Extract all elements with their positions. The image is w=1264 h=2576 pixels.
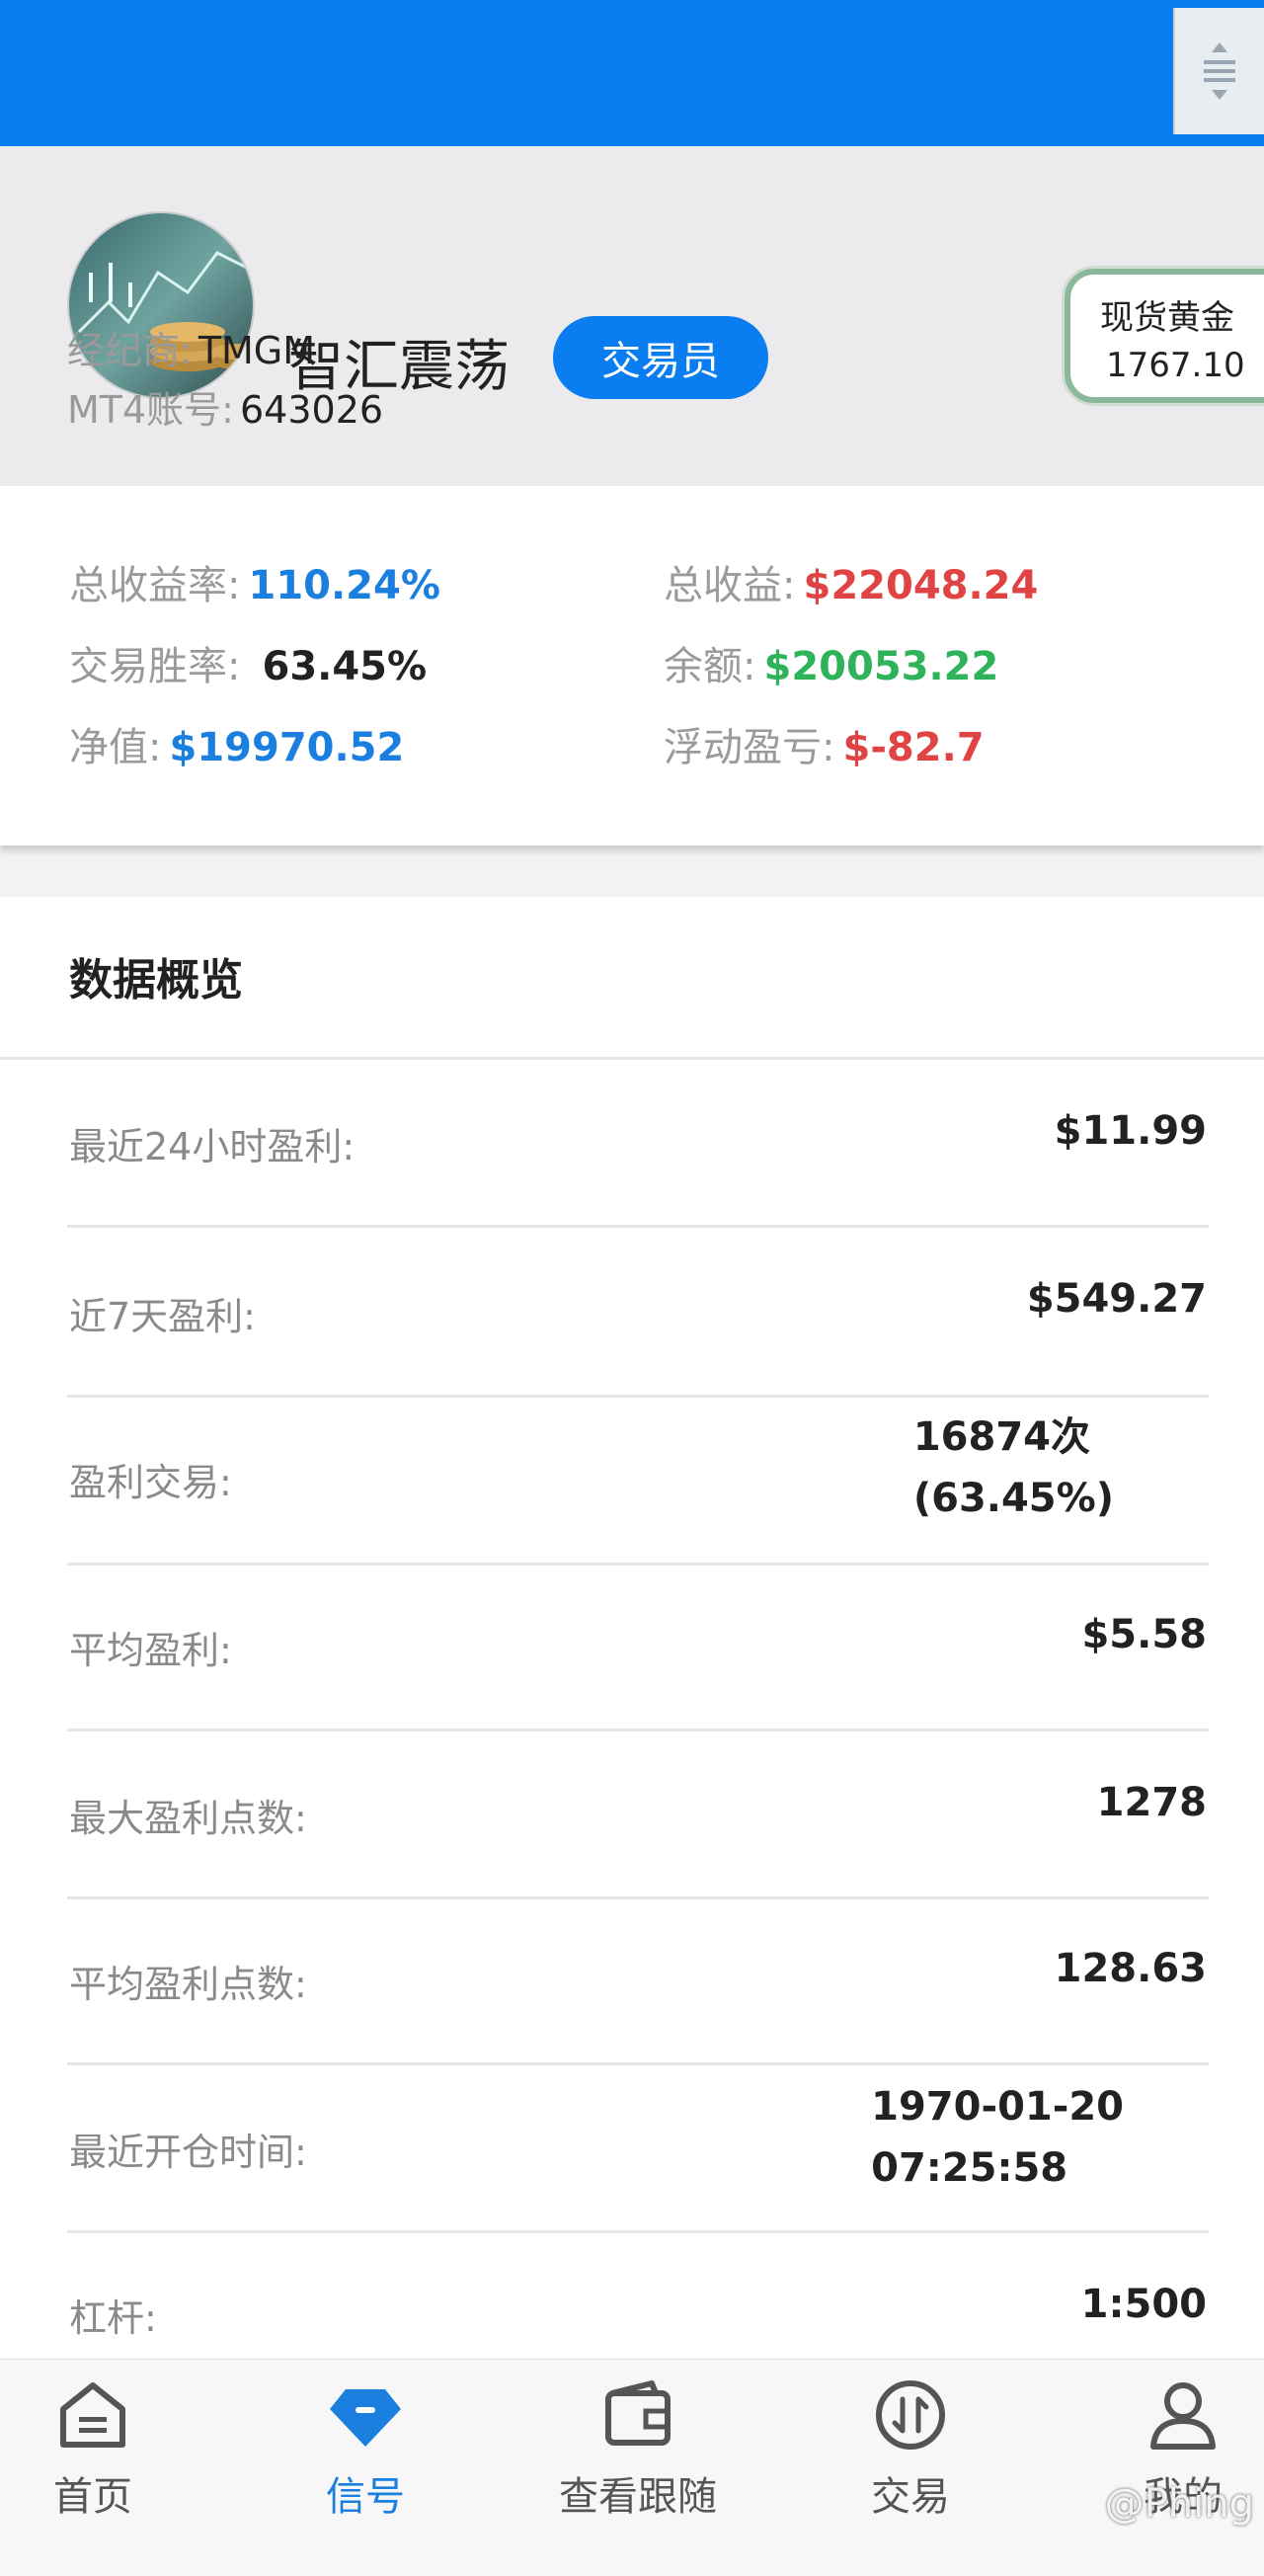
floating-pnl-label: 浮动盈亏: <box>664 725 835 770</box>
row-value-leverage: 1:500 <box>1080 2282 1207 2327</box>
divider <box>67 1563 1209 1566</box>
watermark: @Phing <box>1104 2481 1254 2527</box>
nav-label-signal: 信号 <box>326 2474 405 2520</box>
row-label-winning-trades: 盈利交易: <box>69 1461 232 1504</box>
menu-icon <box>1204 42 1235 100</box>
account-value: 643026 <box>239 388 384 432</box>
diamond-icon <box>330 2389 401 2447</box>
divider <box>67 1395 1209 1398</box>
nav-label-home: 首页 <box>53 2474 132 2520</box>
win-rate-value: 63.45% <box>262 644 428 689</box>
nav-item-signal[interactable]: 信号 <box>267 2375 464 2522</box>
winning-trades-percent: (63.45%) <box>912 1476 1114 1521</box>
user-icon <box>1150 2382 1216 2450</box>
nav-item-follow[interactable]: 查看跟随 <box>539 2375 737 2522</box>
row-label-avg-profit: 平均盈利: <box>69 1629 232 1672</box>
row-value-24h-profit: $11.99 <box>1054 1108 1207 1154</box>
account-row: MT4账号: 643026 <box>67 379 383 434</box>
nav-item-home[interactable]: 首页 <box>0 2375 192 2522</box>
winning-trades-count: 16874次 <box>912 1414 1090 1460</box>
nav-label-trade: 交易 <box>871 2474 950 2520</box>
row-value-max-profit-points: 1278 <box>1096 1780 1207 1825</box>
nav-item-trade[interactable]: 交易 <box>812 2375 1009 2522</box>
trade-arrows-icon <box>876 2380 945 2450</box>
row-label-24h-profit: 最近24小时盈利: <box>69 1125 356 1168</box>
total-return-rate-stat: 总收益率: 110.24% <box>69 553 440 610</box>
floating-pnl-value: $-82.7 <box>842 725 985 770</box>
win-rate-stat: 交易胜率: 63.45% <box>69 634 427 691</box>
equity-value: $19970.52 <box>169 725 405 770</box>
gold-label: 现货黄金 <box>1100 298 1234 338</box>
total-profit-value: $22048.24 <box>803 563 1039 608</box>
broker-label: 经纪商: <box>67 329 193 372</box>
bottom-nav: 首页 信号 查看跟随 交易 我的 <box>0 2359 1264 2576</box>
home-icon <box>60 2382 125 2448</box>
row-value-7d-profit: $549.27 <box>1026 1276 1207 1322</box>
top-app-bar <box>0 0 1264 146</box>
divider <box>67 2230 1209 2233</box>
wallet-icon <box>605 2380 671 2446</box>
scroll-menu-button[interactable] <box>1173 8 1264 134</box>
nav-label-follow: 查看跟随 <box>559 2474 717 2520</box>
row-label-last-open-time: 最近开仓时间: <box>69 2131 307 2174</box>
gold-price-widget[interactable]: 现货黄金 1767.10 <box>1065 269 1264 403</box>
total-return-rate-value: 110.24% <box>248 563 440 608</box>
divider <box>67 1896 1209 1899</box>
row-label-max-profit-points: 最大盈利点数: <box>69 1797 307 1840</box>
divider <box>67 1729 1209 1731</box>
divider <box>0 1057 1264 1060</box>
row-value-last-open-time: 1970-01-20 07:25:58 <box>871 2076 1124 2199</box>
last-open-clock: 07:25:58 <box>871 2145 1068 2191</box>
last-open-date: 1970-01-20 <box>871 2084 1124 2130</box>
balance-label: 余额: <box>664 644 756 689</box>
role-badge: 交易员 <box>553 316 768 399</box>
row-label-7d-profit: 近7天盈利: <box>69 1295 256 1338</box>
data-overview-section: 数据概览 最近24小时盈利: $11.99 近7天盈利: $549.27 盈利交… <box>0 897 1264 2359</box>
broker-row: 经纪商: TMGM <box>67 320 315 374</box>
divider <box>67 2062 1209 2065</box>
section-title: 数据概览 <box>69 955 243 1006</box>
balance-stat: 余额: $20053.22 <box>664 634 998 691</box>
row-value-winning-trades: 16874次 (63.45%) <box>913 1407 1114 1529</box>
account-stats-panel: 总收益率: 110.24% 总收益: $22048.24 交易胜率: 63.45% 余… <box>0 486 1264 845</box>
floating-pnl-stat: 浮动盈亏: $-82.7 <box>664 715 985 772</box>
row-value-avg-profit: $5.58 <box>1081 1612 1207 1657</box>
total-return-rate-label: 总收益率: <box>69 563 241 608</box>
row-value-avg-profit-points: 128.63 <box>1054 1946 1207 1991</box>
divider <box>67 1225 1209 1228</box>
balance-value: $20053.22 <box>763 644 999 689</box>
account-label: MT4账号: <box>67 388 234 432</box>
equity-label: 净值: <box>69 725 162 770</box>
win-rate-label: 交易胜率: <box>69 644 241 689</box>
total-profit-stat: 总收益: $22048.24 <box>664 553 1038 610</box>
gold-price: 1767.10 <box>1106 346 1245 385</box>
broker-value: TMGM <box>198 329 316 372</box>
equity-stat: 净值: $19970.52 <box>69 715 404 772</box>
total-profit-label: 总收益: <box>664 563 796 608</box>
row-label-avg-profit-points: 平均盈利点数: <box>69 1963 307 2006</box>
row-label-leverage: 杠杆: <box>69 2296 157 2340</box>
